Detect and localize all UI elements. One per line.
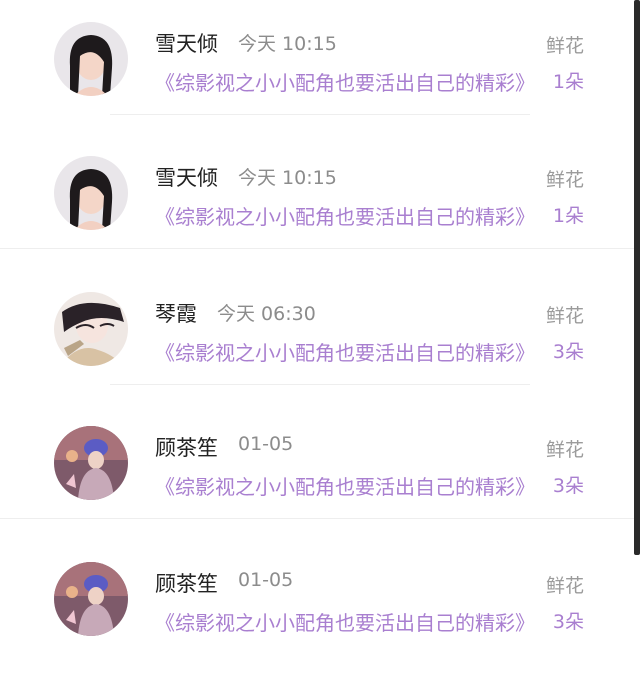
gift-count: 3朵 [552,611,584,633]
avatar[interactable] [54,426,128,500]
timestamp: 今天 10:15 [238,33,337,55]
gift-type-label: 鲜花 [545,169,584,191]
row-divider [110,384,530,385]
woman-portrait-icon [54,156,128,230]
woman-portrait-icon [54,22,128,96]
anime-portrait-icon [54,292,128,366]
list-item[interactable]: 顾茶笙 01-05 《综影视之小小配角也要活出自己的精彩》 鲜花 3朵 [0,404,640,538]
list-item[interactable]: 雪天倾 今天 10:15 《综影视之小小配角也要活出自己的精彩》 鲜花 1朵 [0,134,640,268]
row-divider [0,518,640,519]
gift-type-label: 鲜花 [545,305,584,327]
book-title-link[interactable]: 《综影视之小小配角也要活出自己的精彩》 [155,607,535,636]
illustration-portrait-icon [54,426,128,500]
gift-count: 1朵 [552,205,584,227]
user-name[interactable]: 雪天倾 [155,28,218,58]
timestamp: 今天 06:30 [217,303,316,325]
book-title-link[interactable]: 《综影视之小小配角也要活出自己的精彩》 [155,67,535,96]
gift-record-list: 雪天倾 今天 10:15 《综影视之小小配角也要活出自己的精彩》 鲜花 1朵 雪… [0,0,640,641]
book-title-link[interactable]: 《综影视之小小配角也要活出自己的精彩》 [155,471,535,500]
gift-count: 3朵 [552,475,584,497]
timestamp: 今天 10:15 [238,167,337,189]
book-title-link[interactable]: 《综影视之小小配角也要活出自己的精彩》 [155,337,535,366]
gift-type-label: 鲜花 [545,439,584,461]
user-name[interactable]: 琴霞 [155,298,197,328]
gift-count: 1朵 [552,71,584,93]
user-name[interactable]: 雪天倾 [155,162,218,192]
avatar[interactable] [54,22,128,96]
book-title-link[interactable]: 《综影视之小小配角也要活出自己的精彩》 [155,201,535,230]
list-item[interactable]: 雪天倾 今天 10:15 《综影视之小小配角也要活出自己的精彩》 鲜花 1朵 [0,0,640,134]
avatar[interactable] [54,562,128,636]
gift-type-label: 鲜花 [545,35,584,57]
scrollbar[interactable] [634,0,640,555]
user-name[interactable]: 顾茶笙 [155,432,218,462]
list-item[interactable]: 顾茶笙 01-05 《综影视之小小配角也要活出自己的精彩》 鲜花 3朵 [0,540,640,674]
gift-type-label: 鲜花 [545,575,584,597]
row-divider [0,248,640,249]
gift-count: 3朵 [552,341,584,363]
user-name[interactable]: 顾茶笙 [155,568,218,598]
row-divider [110,114,530,115]
avatar[interactable] [54,292,128,366]
timestamp: 01-05 [238,569,294,591]
avatar[interactable] [54,156,128,230]
timestamp: 01-05 [238,433,294,455]
list-item[interactable]: 琴霞 今天 06:30 《综影视之小小配角也要活出自己的精彩》 鲜花 3朵 [0,270,640,404]
illustration-portrait-icon [54,562,128,636]
